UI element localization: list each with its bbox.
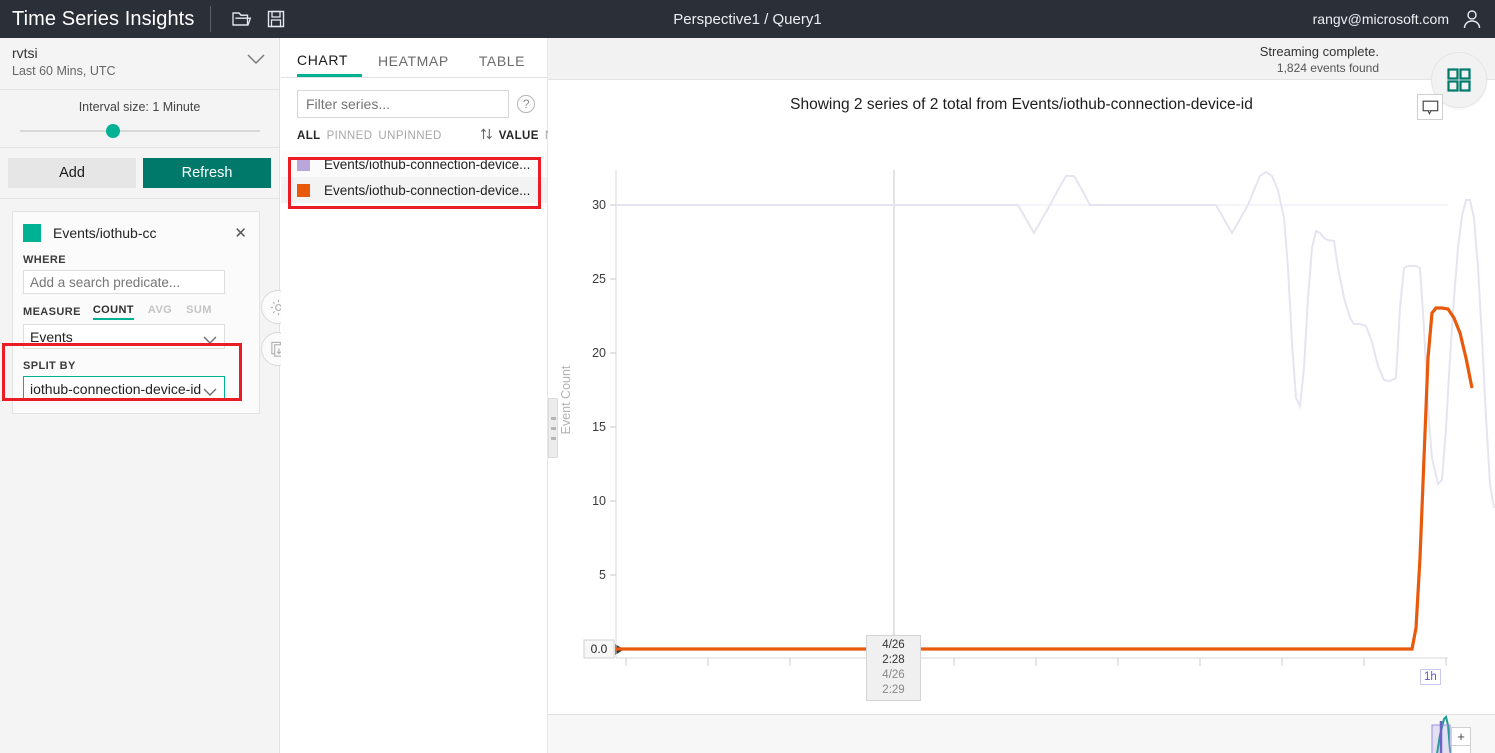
interval-size-label: Interval size: 1 Minute [78, 99, 201, 114]
series-label: Events/iothub-connection-device... [324, 182, 531, 198]
interval-size-block: Interval size: 1 Minute [0, 90, 279, 148]
tab-chart[interactable]: CHART [297, 52, 362, 77]
chevron-down-icon [203, 332, 217, 348]
query-actions: Add Refresh [0, 148, 279, 199]
refresh-button[interactable]: Refresh [143, 158, 271, 188]
svg-text:5: 5 [599, 568, 606, 582]
list-item[interactable]: Events/iothub-connection-device... [281, 151, 547, 177]
account-area: rangv@microsoft.com [1313, 0, 1485, 38]
filter-all[interactable]: ALL [297, 130, 321, 142]
series-label: Events/iothub-connection-device... [324, 156, 531, 172]
left-query-panel: rvtsi Last 60 Mins, UTC Interval size: 1… [0, 38, 295, 753]
slider-track [19, 129, 260, 132]
svg-text:20: 20 [592, 346, 606, 360]
sort-updown-icon[interactable] [480, 128, 493, 143]
tab-table[interactable]: TABLE [479, 53, 539, 77]
series-panel: CHART HEATMAP TABLE ? ALL PINNED UNPINNE… [281, 38, 579, 753]
environment-selector[interactable]: rvtsi Last 60 Mins, UTC [0, 38, 279, 90]
series-color-swatch [297, 157, 310, 171]
measure-label: MEASURE [23, 306, 81, 318]
top-bar: Time Series Insights Perspective1 / Quer… [0, 0, 1495, 38]
chevron-down-icon [247, 52, 265, 70]
open-folder-icon[interactable] [225, 2, 259, 36]
measure-select[interactable]: Events [23, 324, 225, 349]
sort-value[interactable]: VALUE [499, 130, 539, 142]
timeline-zoom-controls: + - [1451, 727, 1471, 753]
interval-slider[interactable] [19, 123, 260, 138]
svg-text:30: 30 [592, 198, 606, 212]
series-filter-sort-row: ALL PINNED UNPINNED VALUE NAME [281, 118, 579, 149]
split-by-value: iothub-connection-device-id [30, 380, 202, 397]
measure-tabs: COUNT AVG SUM [92, 304, 212, 320]
user-avatar-icon[interactable] [1459, 6, 1485, 32]
tooltip-line-2: 4/26 2:29 [882, 669, 905, 696]
measure-select-value: Events [30, 328, 73, 345]
svg-text:25: 25 [592, 272, 606, 286]
list-item[interactable]: Events/iothub-connection-device... [281, 177, 547, 203]
events-found-count: 1,824 events found [1276, 61, 1379, 75]
environment-name: rvtsi [12, 45, 38, 61]
zoom-in-button[interactable]: + [1451, 727, 1471, 746]
measure-row: MEASURE COUNT AVG SUM [23, 304, 249, 320]
timeline-range-badge: 1h [1420, 669, 1441, 685]
filter-pinned[interactable]: PINNED [327, 130, 373, 142]
app-title: Time Series Insights [12, 7, 195, 30]
view-tabs: CHART HEATMAP TABLE [281, 38, 547, 78]
slider-thumb[interactable] [105, 123, 120, 138]
close-icon[interactable]: ✕ [232, 224, 249, 242]
comment-bubble-icon[interactable] [1417, 94, 1443, 120]
split-by-select[interactable]: iothub-connection-device-id [23, 376, 225, 401]
split-by-label: SPLIT BY [23, 360, 76, 372]
streaming-status: Streaming complete. [1259, 44, 1379, 59]
measure-tab-sum[interactable]: SUM [186, 304, 212, 320]
query-color-swatch[interactable] [23, 224, 41, 242]
filter-series-input[interactable] [297, 90, 510, 118]
series-color-swatch [297, 183, 310, 197]
where-label: WHERE [23, 254, 66, 266]
svg-text:15: 15 [592, 420, 606, 434]
availability-chart[interactable]: 3/27/18 6:50 4/1/18 5:00 4/8/18 5:00 4/1… [548, 715, 1495, 753]
chart-area: Streaming complete. 1,824 events found S… [548, 38, 1495, 753]
zoom-out-button[interactable]: - [1451, 746, 1471, 753]
chevron-down-icon [203, 384, 217, 400]
y-axis-ticks: 30 25 20 15 10 5 [592, 198, 606, 582]
tab-heatmap[interactable]: HEATMAP [378, 53, 463, 77]
filter-row: ? [281, 78, 547, 118]
tooltip-line-1: 4/26 2:28 [882, 639, 905, 666]
line-chart-plot[interactable]: Event Count 30 25 20 15 10 5 0.0 [548, 128, 1495, 673]
title-divider [210, 6, 212, 32]
query-card: Events/iothub-cc ✕ WHERE MEASURE COUNT A… [12, 211, 295, 414]
status-bar: Streaming complete. 1,824 events found [548, 38, 1495, 80]
series-line-purple [616, 170, 1495, 509]
svg-text:10: 10 [592, 494, 606, 508]
measure-tab-count[interactable]: COUNT [92, 304, 134, 320]
y-zero-label: 0.0 [591, 642, 608, 656]
split-by-block: SPLIT BY iothub-connection-device-id [23, 360, 249, 401]
save-disk-icon[interactable] [259, 2, 293, 36]
y-axis-label: Event Count [559, 365, 573, 434]
availability-timeline[interactable]: 3/27/18 6:50 4/1/18 5:00 4/8/18 5:00 4/1… [548, 714, 1495, 753]
question-mark-icon[interactable]: ? [517, 95, 535, 113]
series-line-orange [616, 306, 1474, 651]
time-tooltip: 4/26 2:28 4/26 2:29 [866, 635, 921, 701]
account-email: rangv@microsoft.com [1312, 11, 1449, 27]
series-legend-list: Events/iothub-connection-device... Event… [281, 151, 547, 203]
query-title: Events/iothub-cc [53, 225, 157, 241]
x-tick-marks [625, 658, 1447, 666]
filter-unpinned[interactable]: UNPINNED [378, 130, 441, 142]
page-title: Showing 2 series of 2 total from Events/… [790, 96, 1253, 113]
measure-tab-avg[interactable]: AVG [148, 304, 172, 320]
query-card-header: Events/iothub-cc ✕ [23, 222, 249, 244]
add-button[interactable]: Add [8, 158, 136, 188]
environment-timerange: Last 60 Mins, UTC [12, 64, 116, 78]
y-tick-marks [610, 204, 616, 576]
perspective-query-title: Perspective1 / Query1 [673, 10, 822, 28]
search-predicate-input[interactable] [23, 270, 225, 294]
status-text: Streaming complete. 1,824 events found [1260, 43, 1379, 76]
